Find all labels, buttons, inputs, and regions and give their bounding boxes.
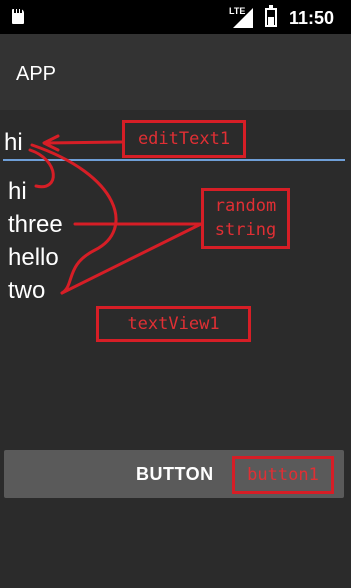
app-title: APP: [16, 63, 57, 85]
status-bar: LTE 11:50: [0, 0, 351, 34]
network-type-label: LTE: [229, 6, 246, 16]
edit-text-underline: [3, 159, 345, 161]
action-bar: APP: [0, 34, 351, 110]
annotation-random-string-label: random string: [201, 188, 290, 249]
text-view-line: two: [8, 277, 46, 304]
annotation-textview-label: textView1: [96, 306, 251, 342]
text-view-line: hi: [8, 178, 27, 205]
annotation-edittext-label: editText1: [122, 120, 246, 158]
battery-icon: [265, 5, 277, 27]
text-view-line: three: [8, 211, 63, 238]
annotation-button-label: button1: [232, 456, 334, 494]
status-time: 11:50: [289, 8, 335, 28]
text-view-list: hi three hello two: [8, 175, 63, 307]
connector-two: [60, 222, 203, 295]
text-view-line: hello: [8, 244, 59, 271]
sd-card-icon: [12, 9, 24, 24]
main-button-label: BUTTON: [136, 464, 214, 484]
edit-text-value[interactable]: hi: [4, 129, 23, 157]
